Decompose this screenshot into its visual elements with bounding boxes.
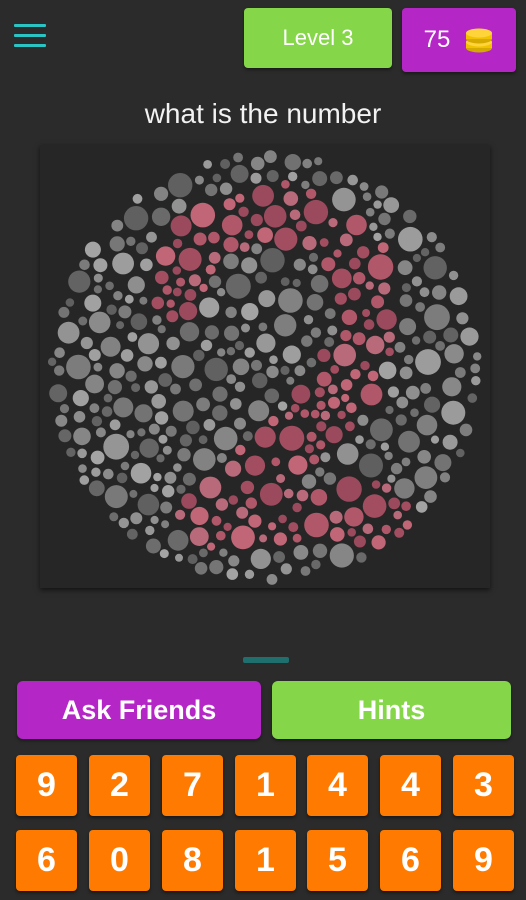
digit-key[interactable]: 8	[162, 830, 223, 891]
ask-friends-label: Ask Friends	[61, 694, 217, 725]
digit-key[interactable]: 6	[380, 830, 441, 891]
color-blind-test-plate	[40, 145, 490, 588]
digit-key[interactable]: 1	[235, 755, 296, 816]
hamburger-menu-icon[interactable]	[14, 24, 46, 52]
digit-key[interactable]: 1	[235, 830, 296, 891]
question-text: what is the number	[144, 98, 382, 129]
coins-badge[interactable]: 75	[402, 8, 516, 72]
digit-key[interactable]: 9	[16, 755, 77, 816]
digit-key[interactable]: 2	[89, 755, 150, 816]
digit-key[interactable]: 4	[307, 755, 368, 816]
hints-button[interactable]: Hints	[272, 681, 511, 739]
ishihara-plate-image	[47, 150, 482, 585]
digit-key[interactable]: 3	[453, 755, 514, 816]
digit-key[interactable]: 6	[16, 830, 77, 891]
digit-key[interactable]: 4	[380, 755, 441, 816]
app-screen: Level 3 75 what is the number Ask Friend…	[0, 0, 526, 900]
ask-friends-button[interactable]: Ask Friends	[17, 681, 261, 739]
coin-stack-icon	[466, 28, 493, 53]
level-badge: Level 3	[244, 8, 392, 68]
digit-key[interactable]: 9	[453, 830, 514, 891]
level-label: Level 3	[282, 25, 354, 50]
hints-label: Hints	[357, 694, 426, 725]
coin-count: 75	[423, 26, 451, 53]
digit-key[interactable]: 7	[162, 755, 223, 816]
digit-key[interactable]: 0	[89, 830, 150, 891]
digit-key[interactable]: 5	[307, 830, 368, 891]
page-indicator	[243, 657, 289, 663]
